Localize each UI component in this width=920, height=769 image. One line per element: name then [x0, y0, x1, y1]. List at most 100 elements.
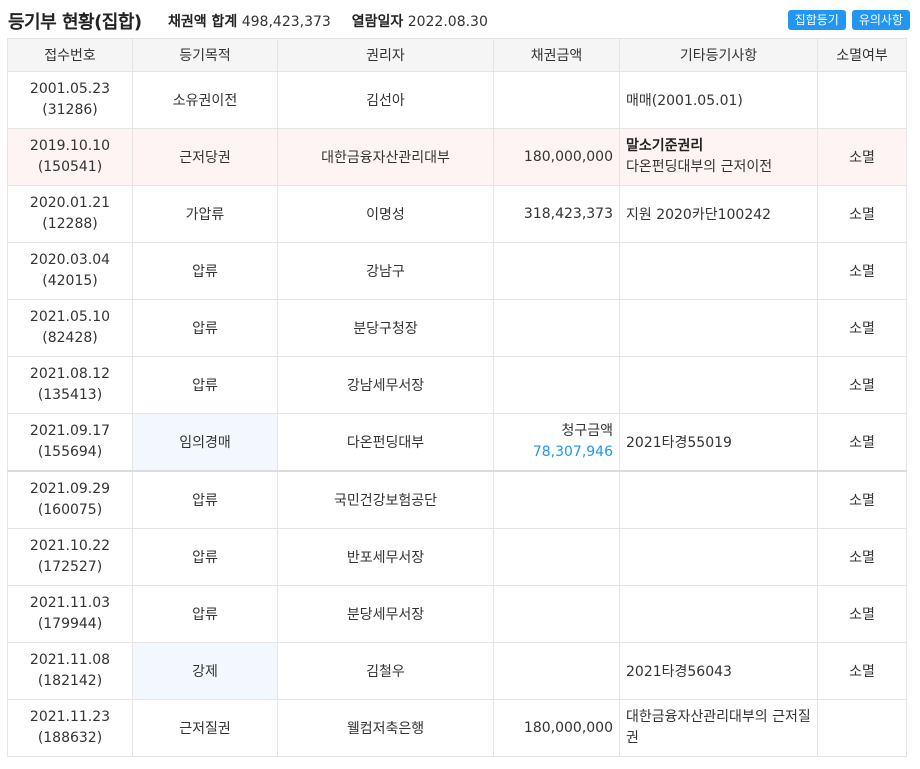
receipt-date: 2021.09.29: [29, 481, 111, 497]
receipt-cell: 2021.11.23 (188632): [7, 699, 133, 757]
col-header-etc: 기타등기사항: [619, 38, 818, 72]
amount-cell: 180,000,000: [493, 128, 620, 186]
table-row: 2019.10.10 (150541) 근저당권 대한금융자산관리대부 180,0…: [7, 128, 907, 186]
receipt-number: (188632): [37, 730, 103, 746]
col-header-holder: 권리자: [277, 38, 494, 72]
etc-cell: 2021타경56043: [619, 642, 818, 700]
collective-registry-button[interactable]: 집합등기: [787, 10, 846, 30]
table-row: 2021.11.08 (182142) 강제 김철우 2021타경56043 소멸: [7, 642, 907, 700]
notes-button[interactable]: 유의사항: [851, 10, 910, 30]
amount-cell: [493, 528, 620, 586]
table-row: 2020.03.04 (42015) 압류 강남구 소멸: [7, 242, 907, 300]
receipt-number: (12288): [42, 216, 98, 232]
table-header-row: 접수번호 등기목적 권리자 채권금액 기타등기사항 소멸여부: [7, 38, 907, 72]
purpose-cell: 근저질권: [132, 699, 278, 757]
etc-cell: 말소기준권리다온펀딩대부의 근저이전: [619, 128, 818, 186]
status-cell: 소멸: [817, 185, 907, 243]
receipt-number: (82428): [42, 330, 98, 346]
receipt-date: 2021.05.10: [29, 309, 111, 325]
amount-cell: 청구금액 78,307,946: [493, 413, 620, 472]
table-row: 2021.11.23 (188632) 근저질권 웰컴저축은행 180,000,0…: [7, 699, 907, 757]
holder-cell: 강남구: [277, 242, 494, 300]
table-row: 2021.08.12 (135413) 압류 강남세무서장 소멸: [7, 356, 907, 414]
receipt-number: (155694): [37, 444, 103, 460]
holder-cell: 웰컴저축은행: [277, 699, 494, 757]
receipt-cell: 2001.05.23 (31286): [7, 71, 133, 129]
purpose-cell: 가압류: [132, 185, 278, 243]
etc-cell: [619, 470, 818, 529]
purpose-cell: 강제: [132, 642, 278, 700]
total-value: 498,423,373: [241, 14, 331, 30]
status-cell: 소멸: [817, 642, 907, 700]
etc-cell: 2021타경55019: [619, 413, 818, 472]
table-row: 2021.05.10 (82428) 압류 분당구청장 소멸: [7, 299, 907, 357]
status-cell: [817, 699, 907, 757]
receipt-date: 2021.10.22: [29, 538, 111, 554]
amount-cell: 318,423,373: [493, 185, 620, 243]
etc-text: 다온펀딩대부의 근저이전: [626, 159, 773, 175]
holder-cell: 대한금융자산관리대부: [277, 128, 494, 186]
receipt-number: (31286): [42, 102, 98, 118]
date-value: 2022.08.30: [407, 14, 488, 30]
receipt-cell: 2021.08.12 (135413): [7, 356, 133, 414]
etc-cell: 매매(2001.05.01): [619, 71, 818, 129]
claim-amount-value: 78,307,946: [532, 444, 613, 460]
status-cell: 소멸: [817, 470, 907, 529]
receipt-number: (182142): [37, 673, 103, 689]
table-row: 2021.09.29 (160075) 압류 국민건강보험공단 소멸: [7, 470, 907, 529]
receipt-cell: 2019.10.10 (150541): [7, 128, 133, 186]
amount-cell: [493, 585, 620, 643]
holder-cell: 국민건강보험공단: [277, 470, 494, 529]
amount-cell: [493, 71, 620, 129]
summary-line: 채권액 합계 498,423,373 열람일자 2022.08.30: [168, 11, 488, 31]
receipt-date: 2021.11.08: [29, 652, 111, 668]
receipt-cell: 2021.11.03 (179944): [7, 585, 133, 643]
purpose-cell: 근저당권: [132, 128, 278, 186]
holder-cell: 분당세무서장: [277, 585, 494, 643]
status-cell: 소멸: [817, 528, 907, 586]
status-cell: 소멸: [817, 413, 907, 472]
base-right-label: 말소기준권리: [626, 138, 704, 154]
amount-cell: [493, 242, 620, 300]
receipt-number: (42015): [42, 273, 98, 289]
holder-cell: 반포세무서장: [277, 528, 494, 586]
claim-amount-label: 청구금액: [561, 423, 613, 439]
holder-cell: 분당구청장: [277, 299, 494, 357]
page-title: 등기부 현황(집합): [8, 12, 142, 33]
receipt-cell: 2021.10.22 (172527): [7, 528, 133, 586]
etc-cell: 대한금융자산관리대부의 근저질권: [619, 699, 818, 757]
receipt-cell: 2021.09.17 (155694): [7, 413, 133, 472]
status-cell: 소멸: [817, 299, 907, 357]
header-buttons: 집합등기 유의사항: [787, 10, 910, 30]
receipt-cell: 2021.09.29 (160075): [7, 470, 133, 529]
etc-cell: 지원 2020카단100242: [619, 185, 818, 243]
receipt-cell: 2021.11.08 (182142): [7, 642, 133, 700]
receipt-date: 2020.03.04: [29, 252, 111, 268]
etc-cell: [619, 299, 818, 357]
receipt-number: (135413): [37, 387, 103, 403]
total-label: 채권액 합계: [168, 14, 238, 30]
amount-cell: 180,000,000: [493, 699, 620, 757]
purpose-cell: 압류: [132, 528, 278, 586]
receipt-number: (150541): [37, 159, 103, 175]
status-cell: 소멸: [817, 242, 907, 300]
receipt-date: 2020.01.21: [29, 195, 111, 211]
table-row: 2020.01.21 (12288) 가압류 이명성 318,423,373 지원…: [7, 185, 907, 243]
status-cell: [817, 71, 907, 129]
receipt-cell: 2021.05.10 (82428): [7, 299, 133, 357]
receipt-number: (179944): [37, 616, 103, 632]
holder-cell: 이명성: [277, 185, 494, 243]
col-header-amount: 채권금액: [493, 38, 620, 72]
etc-cell: [619, 528, 818, 586]
purpose-cell: 압류: [132, 299, 278, 357]
holder-cell: 김철우: [277, 642, 494, 700]
purpose-cell: 임의경매: [132, 413, 278, 472]
status-cell: 소멸: [817, 128, 907, 186]
etc-cell: [619, 356, 818, 414]
holder-cell: 김선아: [277, 71, 494, 129]
col-header-status: 소멸여부: [817, 38, 907, 72]
table-row: 2021.10.22 (172527) 압류 반포세무서장 소멸: [7, 528, 907, 586]
purpose-cell: 압류: [132, 242, 278, 300]
holder-cell: 강남세무서장: [277, 356, 494, 414]
receipt-cell: 2020.03.04 (42015): [7, 242, 133, 300]
